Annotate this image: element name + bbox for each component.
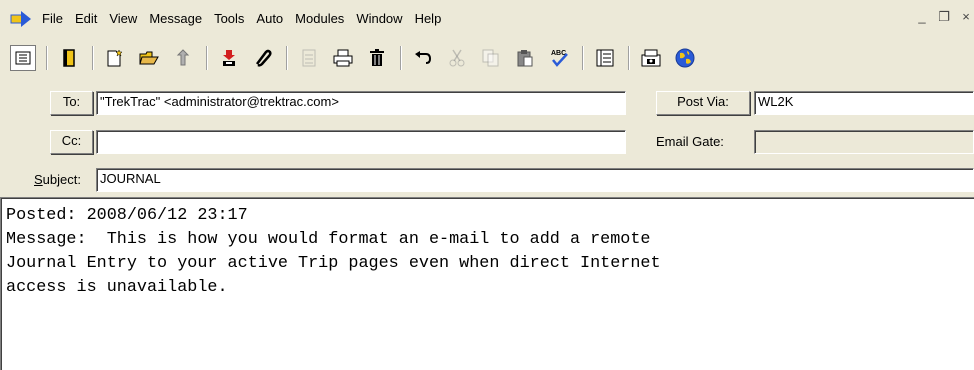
menu-modules[interactable]: Modules (289, 8, 350, 30)
form-icon[interactable] (296, 45, 322, 71)
toolbar-separator (46, 46, 48, 70)
print-icon[interactable] (330, 45, 356, 71)
toolbar-separator (400, 46, 402, 70)
body-line: access is unavailable. (6, 278, 228, 297)
subject-label-rest: ubject: (42, 172, 81, 187)
spellcheck-icon[interactable]: ABC (546, 45, 572, 71)
open-icon[interactable] (136, 45, 162, 71)
menu-window[interactable]: Window (350, 8, 408, 30)
menu-message[interactable]: Message (143, 8, 208, 30)
message-body[interactable]: Posted: 2008/06/12 23:17 Message: This i… (0, 197, 974, 370)
paste-icon[interactable] (512, 45, 538, 71)
toolbar-separator (206, 46, 208, 70)
attach-icon[interactable] (250, 45, 276, 71)
body-line: Journal Entry to your active Trip pages … (6, 254, 661, 273)
globe-icon[interactable] (672, 45, 698, 71)
menu-help[interactable]: Help (409, 8, 448, 30)
toolbar: ABC (0, 40, 974, 76)
save-icon[interactable] (56, 45, 82, 71)
to-button[interactable]: To: (50, 91, 93, 115)
close-button[interactable]: × (958, 8, 974, 26)
cc-field[interactable] (96, 130, 626, 154)
menu-tools[interactable]: Tools (208, 8, 250, 30)
catalog-icon[interactable] (592, 45, 618, 71)
menu-view[interactable]: View (103, 8, 143, 30)
email-gate-field[interactable] (754, 130, 974, 154)
cc-button[interactable]: Cc: (50, 130, 93, 154)
menu-auto[interactable]: Auto (250, 8, 289, 30)
menu-bar: File Edit View Message Tools Auto Module… (0, 0, 974, 38)
receive-icon[interactable] (216, 45, 242, 71)
undo-icon[interactable] (410, 45, 436, 71)
delete-icon[interactable] (364, 45, 390, 71)
cut-icon[interactable] (444, 45, 470, 71)
email-gate-label: Email Gate: (656, 134, 724, 149)
reply-icon[interactable] (170, 45, 196, 71)
restore-button[interactable]: ❐ (936, 8, 952, 26)
new-message-icon[interactable] (102, 45, 128, 71)
menu-file[interactable]: File (36, 8, 69, 30)
toolbar-separator (92, 46, 94, 70)
body-line: Posted: 2008/06/12 23:17 (6, 206, 248, 225)
subject-label: Subject: (34, 172, 81, 187)
body-line: Message: This is how you would format an… (6, 230, 651, 249)
toolbar-separator (286, 46, 288, 70)
toolbar-separator (582, 46, 584, 70)
minimize-button[interactable]: _ (914, 8, 930, 26)
copy-icon[interactable] (478, 45, 504, 71)
fax-icon[interactable] (638, 45, 664, 71)
app-arrow-icon[interactable] (10, 8, 32, 30)
subject-field[interactable]: JOURNAL (96, 168, 974, 192)
window-controls: _ ❐ × (914, 8, 974, 26)
post-via-button[interactable]: Post Via: (656, 91, 750, 115)
to-field[interactable]: "TrekTrac" <administrator@trektrac.com> (96, 91, 626, 115)
post-via-field[interactable]: WL2K (754, 91, 974, 115)
menu-edit[interactable]: Edit (69, 8, 103, 30)
toolbar-separator (628, 46, 630, 70)
address-book-icon[interactable] (10, 45, 36, 71)
